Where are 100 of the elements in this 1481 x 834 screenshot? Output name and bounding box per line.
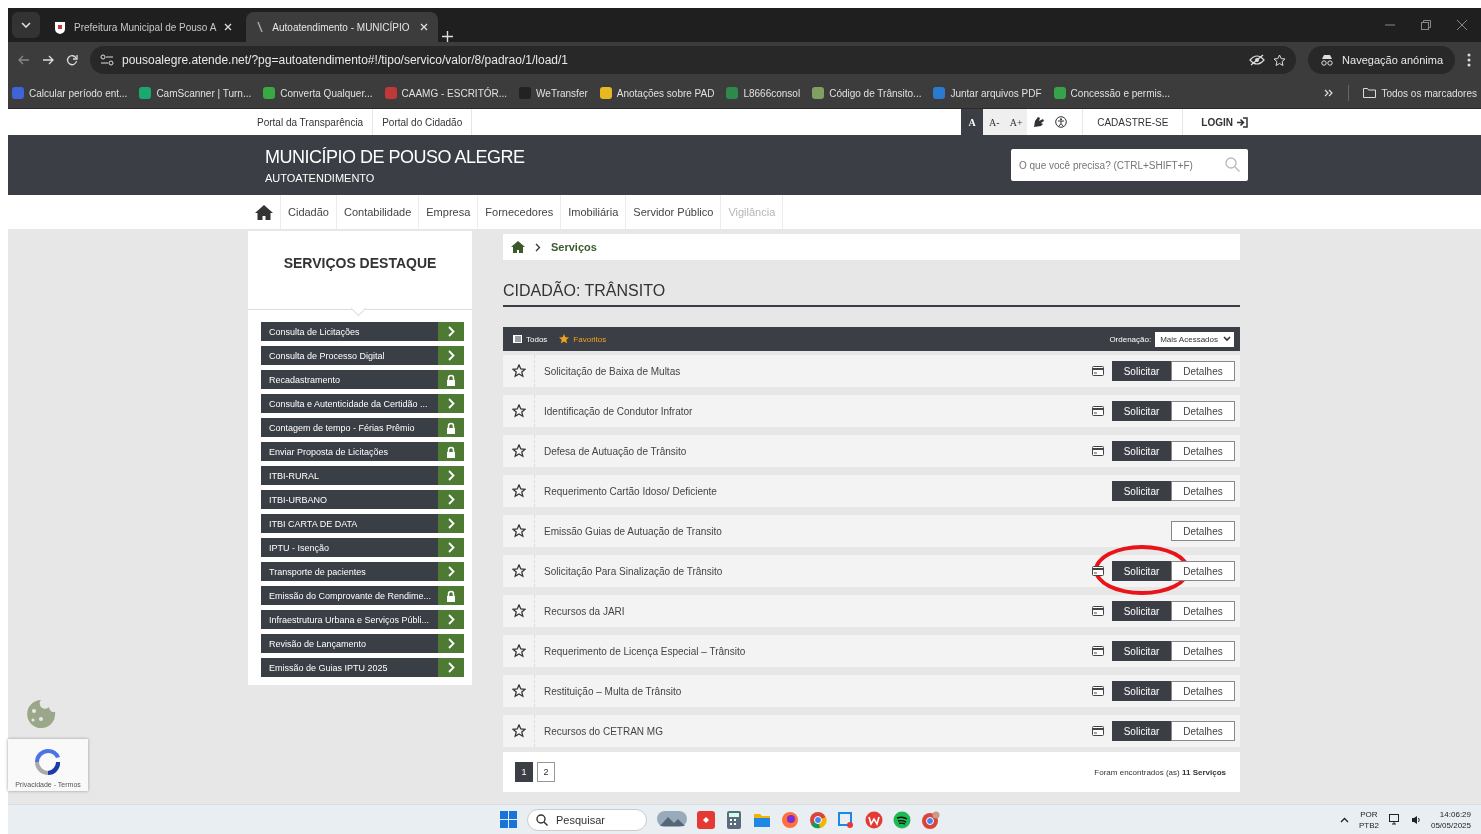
- login-link[interactable]: LOGIN: [1183, 109, 1248, 135]
- details-button[interactable]: Detalhes: [1171, 721, 1235, 741]
- eye-crossed-icon[interactable]: [1249, 54, 1266, 66]
- star-outline-icon[interactable]: [511, 444, 526, 458]
- sidebar-item[interactable]: Recadastramento: [261, 370, 464, 389]
- back-arrow-icon[interactable]: [18, 55, 30, 65]
- browser-tab[interactable]: Autoatendimento - MUNICÍPIO: [246, 12, 439, 42]
- restore-icon[interactable]: [1421, 20, 1431, 30]
- sidebar-item[interactable]: Infraestrutura Urbana e Serviços Públi...: [261, 610, 464, 629]
- taskbar-search[interactable]: Pesquisar: [527, 808, 647, 831]
- font-size-button[interactable]: A+: [1005, 109, 1028, 135]
- details-button[interactable]: Detalhes: [1171, 481, 1235, 501]
- sort-dropdown[interactable]: Mais Acessados: [1155, 331, 1234, 347]
- sidebar-item[interactable]: Consulta de Processo Digital: [261, 346, 464, 365]
- star-outline-icon[interactable]: [511, 684, 526, 698]
- page-button[interactable]: 2: [537, 762, 555, 782]
- details-button[interactable]: Detalhes: [1171, 521, 1235, 541]
- details-button[interactable]: Detalhes: [1171, 401, 1235, 421]
- request-button[interactable]: Solicitar: [1112, 721, 1171, 741]
- chevron-right-icon: [447, 470, 455, 481]
- new-tab-icon[interactable]: [442, 31, 454, 42]
- sidebar-item[interactable]: Emissão de Guias IPTU 2025: [261, 658, 464, 677]
- star-outline-icon[interactable]: [511, 604, 526, 618]
- bookmark[interactable]: CAAMG - ESCRITÓR...: [384, 87, 508, 99]
- site-settings-icon[interactable]: [100, 54, 114, 66]
- request-button[interactable]: Solicitar: [1112, 681, 1171, 701]
- details-button[interactable]: Detalhes: [1171, 361, 1235, 381]
- sidebar-item[interactable]: Enviar Proposta de Licitações: [261, 442, 464, 461]
- page-button[interactable]: 1: [515, 762, 533, 782]
- star-outline-icon[interactable]: [511, 724, 526, 738]
- browser-tab[interactable]: Prefeitura Municipal de Pouso A: [44, 12, 243, 42]
- star-outline-icon[interactable]: [511, 644, 526, 658]
- home-icon[interactable]: [255, 204, 273, 220]
- request-button[interactable]: Solicitar: [1112, 641, 1171, 661]
- accessibility-icon[interactable]: [1055, 116, 1068, 128]
- request-button[interactable]: Solicitar: [1112, 601, 1171, 621]
- sidebar-item[interactable]: Contagem de tempo - Férias Prêmio: [261, 418, 464, 437]
- sidebar-item[interactable]: IPTU - Isenção: [261, 538, 464, 557]
- windows-start-icon[interactable]: [500, 811, 517, 828]
- chevron-up-icon[interactable]: [1339, 816, 1349, 823]
- forward-arrow-icon[interactable]: [42, 55, 54, 65]
- bookmark[interactable]: Código de Trânsito...: [812, 87, 922, 99]
- star-outline-icon[interactable]: [511, 364, 526, 378]
- sidebar-item[interactable]: Transporte de pacientes: [261, 562, 464, 581]
- request-button[interactable]: Solicitar: [1112, 361, 1171, 381]
- taskbar-clock[interactable]: 14:06:29 05/05/2025: [1430, 808, 1471, 831]
- details-button[interactable]: Detalhes: [1171, 641, 1235, 661]
- details-button[interactable]: Detalhes: [1171, 441, 1235, 461]
- chevron-right-icon: [447, 518, 455, 529]
- sidebar-item[interactable]: Consulta de Licitações: [261, 322, 464, 341]
- sidebar-item[interactable]: Emissão do Comprovante de Rendime...: [261, 586, 464, 605]
- star-outline-icon[interactable]: [511, 404, 526, 418]
- star-outline-icon[interactable]: [511, 484, 526, 498]
- star-icon[interactable]: [1273, 53, 1287, 67]
- request-button[interactable]: Solicitar: [1112, 561, 1171, 581]
- bookmark[interactable]: WeTransfer: [519, 87, 588, 99]
- chevron-double-right-icon[interactable]: [1324, 89, 1335, 97]
- calculator-icon[interactable]: [725, 810, 743, 829]
- request-button[interactable]: Solicitar: [1112, 401, 1171, 421]
- filter-button[interactable]: Favoritos: [559, 334, 607, 344]
- bookmark[interactable]: Anotações sobre PAD: [599, 87, 715, 99]
- language-indicator[interactable]: POR PTB2: [1358, 808, 1379, 831]
- address-bar[interactable]: pousoalegre.atende.net/?pg=autoatendimento#!/tipo/servico/valor/8/padrao/1/load/1: [90, 46, 1297, 74]
- search-field[interactable]: O que você precisa? (CTRL+SHIFT+F): [1011, 149, 1248, 181]
- tab-list-button[interactable]: [12, 12, 40, 38]
- diamond-app-icon[interactable]: [697, 810, 715, 829]
- landscape-icon[interactable]: [657, 810, 687, 829]
- reload-icon[interactable]: [66, 54, 78, 66]
- bookmark[interactable]: L8666consol: [726, 87, 801, 99]
- bookmark[interactable]: Converta Qualquer...: [263, 87, 373, 99]
- all-bookmarks-button[interactable]: Todos os marcadores: [1363, 87, 1477, 99]
- chevron-right-icon: [447, 614, 455, 625]
- details-button[interactable]: Detalhes: [1171, 681, 1235, 701]
- sidebar-item[interactable]: Revisão de Lançamento: [261, 634, 464, 653]
- star-outline-icon[interactable]: [511, 564, 526, 578]
- service-name: Solicitação de Baixa de Multas: [543, 365, 682, 377]
- more-menu-icon[interactable]: [1467, 53, 1471, 67]
- sidebar-item[interactable]: ITBI-URBANO: [261, 490, 464, 509]
- bookmark[interactable]: Juntar arquivos PDF: [933, 87, 1042, 99]
- lock-icon: [446, 373, 456, 386]
- sidebar-item[interactable]: Consulta e Autenticidade da Certidão ...: [261, 394, 464, 413]
- star-outline-icon[interactable]: [511, 524, 526, 538]
- filter-button[interactable]: Todos: [513, 334, 548, 344]
- details-button[interactable]: Detalhes: [1171, 561, 1235, 581]
- request-button[interactable]: Solicitar: [1112, 481, 1171, 501]
- request-button[interactable]: Solicitar: [1112, 441, 1171, 461]
- w-app-icon[interactable]: [865, 810, 883, 829]
- sidebar-item[interactable]: ITBI CARTA DE DATA: [261, 514, 464, 533]
- breadcrumb-link[interactable]: Serviços: [551, 241, 597, 253]
- details-button[interactable]: Detalhes: [1171, 601, 1235, 621]
- bookmark[interactable]: Calcular período ent...: [12, 87, 128, 99]
- font-size-button[interactable]: A-: [983, 109, 1006, 135]
- bookmark[interactable]: CamScanner | Turn...: [139, 87, 252, 99]
- spotify-icon[interactable]: [893, 810, 911, 829]
- incognito-button[interactable]: Navegação anónima: [1308, 46, 1455, 74]
- font-size-button[interactable]: A: [961, 109, 984, 135]
- home-icon[interactable]: [511, 241, 525, 253]
- bookmark[interactable]: Concessão e permis...: [1053, 87, 1171, 99]
- sidebar-item[interactable]: ITBI-RURAL: [261, 466, 464, 485]
- speaker-icon[interactable]: [1410, 814, 1421, 825]
